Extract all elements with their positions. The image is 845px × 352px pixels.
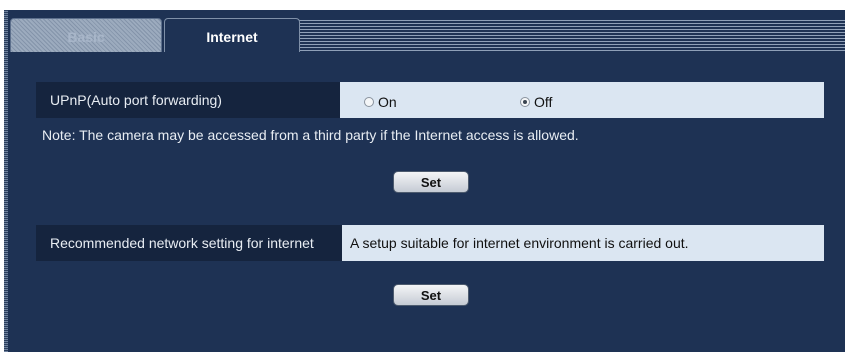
recommended-set-button[interactable]: Set	[393, 284, 469, 306]
tab-internet[interactable]: Internet	[164, 18, 300, 55]
radio-checked-icon	[520, 97, 530, 107]
radio-unchecked-icon	[364, 97, 374, 107]
tab-bar: Basic Internet	[8, 10, 845, 56]
upnp-on-radio[interactable]: On	[364, 94, 397, 110]
recommended-label: Recommended network setting for internet	[36, 225, 342, 261]
upnp-off-radio[interactable]: Off	[520, 94, 552, 110]
settings-frame: Basic Internet UPnP(Auto port forwarding…	[0, 0, 845, 352]
recommended-value: A setup suitable for internet environmen…	[342, 225, 824, 261]
upnp-off-label: Off	[534, 94, 553, 110]
upnp-label: UPnP(Auto port forwarding)	[36, 82, 340, 118]
upnp-set-button[interactable]: Set	[393, 171, 469, 193]
upnp-row: UPnP(Auto port forwarding) On Off	[36, 82, 824, 118]
privacy-note: Note: The camera may be accessed from a …	[42, 127, 579, 143]
tab-bar-decoration	[298, 18, 845, 52]
upnp-value-cell: On Off	[340, 82, 824, 118]
tab-basic[interactable]: Basic	[10, 18, 162, 56]
upnp-on-label: On	[378, 94, 397, 110]
recommended-row: Recommended network setting for internet…	[36, 225, 824, 261]
